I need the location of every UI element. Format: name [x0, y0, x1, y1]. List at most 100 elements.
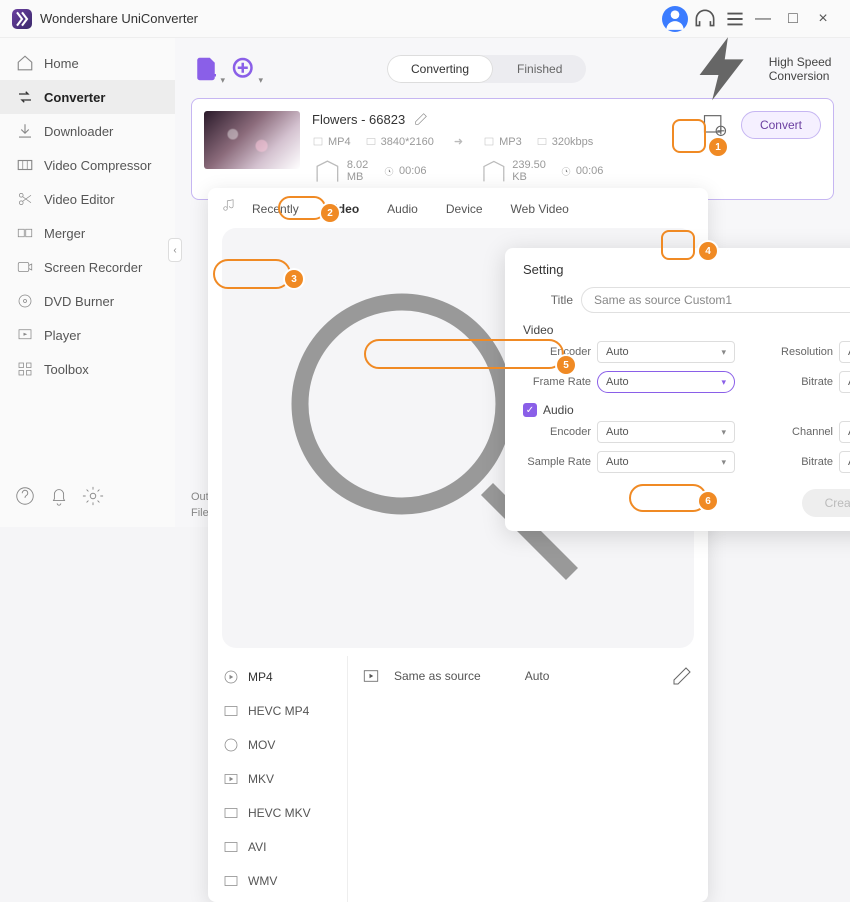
sidebar-item-label: Home [44, 56, 79, 71]
edit-preset-button[interactable] [670, 664, 694, 688]
maximize-button[interactable]: □ [778, 6, 808, 32]
format-mp4[interactable]: MP4 [208, 660, 347, 694]
home-icon [16, 54, 34, 72]
format-list: MP4 HEVC MP4 MOV MKV HEVC MKV AVI WMV [208, 656, 348, 902]
format-hevc-mp4[interactable]: HEVC MP4 [208, 694, 347, 728]
sidebar-item-label: DVD Burner [44, 294, 114, 309]
sidebar-item-label: Downloader [44, 124, 113, 139]
tab-audio[interactable]: Audio [375, 198, 430, 220]
audio-checkbox[interactable]: ✓ [523, 403, 537, 417]
sidebar-item-merger[interactable]: Merger [0, 216, 175, 250]
content-area: ‹ ▾ ▾ Converting Finished High Speed Con… [175, 38, 850, 527]
music-icon [222, 198, 236, 212]
sidebar-item-label: Video Editor [44, 192, 115, 207]
tab-recently[interactable]: Recently [240, 198, 311, 220]
format-hevc-mkv[interactable]: HEVC MKV [208, 796, 347, 830]
setting-heading: Setting [523, 262, 850, 277]
output-settings-button[interactable] [701, 111, 729, 139]
sidebar-item-converter[interactable]: Converter [0, 80, 175, 114]
menu-icon[interactable] [722, 6, 748, 32]
app-title: Wondershare UniConverter [40, 11, 198, 26]
download-icon [16, 122, 34, 140]
compress-icon [16, 156, 34, 174]
thumbnail[interactable] [204, 111, 300, 169]
frame-rate-select[interactable]: Auto▾ [597, 371, 735, 393]
arrow-icon: ➜ [454, 135, 463, 148]
audio-encoder-select[interactable]: Auto▾ [597, 421, 735, 443]
sidebar-item-editor[interactable]: Video Editor [0, 182, 175, 216]
status-tabs: Converting Finished [387, 55, 586, 83]
grid-icon [16, 360, 34, 378]
sidebar-item-label: Converter [44, 90, 105, 105]
minimize-button[interactable]: — [748, 6, 778, 32]
toolbar: ▾ ▾ Converting Finished High Speed Conve… [191, 50, 834, 88]
convert-button[interactable]: Convert [741, 111, 821, 139]
avi-icon [222, 838, 240, 856]
disc-icon [16, 292, 34, 310]
add-url-button[interactable]: ▾ [229, 54, 259, 84]
hevc-icon [222, 702, 240, 720]
sidebar-item-toolbox[interactable]: Toolbox [0, 352, 175, 386]
highspeed-label: High Speed Conversion [769, 55, 834, 83]
title-input[interactable] [581, 287, 850, 313]
highspeed-toggle[interactable]: High Speed Conversion [687, 31, 834, 107]
audio-bitrate-select[interactable]: Auto▾ [839, 451, 850, 473]
media-item-card: Flowers - 66823 MP4 3840*2160 ➜ MP3 320k… [191, 98, 834, 200]
sidebar-item-player[interactable]: Player [0, 318, 175, 352]
preset-res: Auto [525, 669, 550, 683]
mov-icon [222, 736, 240, 754]
channel-select[interactable]: Auto▾ [839, 421, 850, 443]
tab-finished[interactable]: Finished [493, 55, 586, 83]
settings-icon[interactable] [82, 485, 104, 507]
audio-section-label: Audio [543, 403, 574, 417]
help-icon[interactable] [14, 485, 36, 507]
video-encoder-select[interactable]: Auto▾ [597, 341, 735, 363]
wmv-icon [222, 872, 240, 890]
sidebar-item-home[interactable]: Home [0, 46, 175, 80]
sample-rate-select[interactable]: Auto▾ [597, 451, 735, 473]
sidebar-item-label: Toolbox [44, 362, 89, 377]
hevc-mkv-icon [222, 804, 240, 822]
sidebar-item-label: Merger [44, 226, 85, 241]
tab-webvideo[interactable]: Web Video [499, 198, 581, 220]
sidebar-item-label: Player [44, 328, 81, 343]
bell-icon[interactable] [48, 485, 70, 507]
sidebar-item-label: Video Compressor [44, 158, 151, 173]
tab-converting[interactable]: Converting [387, 55, 493, 83]
format-mov[interactable]: MOV [208, 728, 347, 762]
merge-icon [16, 224, 34, 242]
video-section-label: Video [523, 323, 850, 337]
sidebar-item-recorder[interactable]: Screen Recorder [0, 250, 175, 284]
format-wmv[interactable]: WMV [208, 864, 347, 898]
close-button[interactable]: × [808, 6, 838, 32]
app-logo [12, 9, 32, 29]
headset-icon[interactable] [692, 6, 718, 32]
sidebar: Home Converter Downloader Video Compress… [0, 38, 175, 527]
scissors-icon [16, 190, 34, 208]
title-label: Title [523, 293, 573, 307]
preset-play-icon [362, 667, 380, 685]
collapse-handle[interactable]: ‹ [168, 238, 182, 262]
create-button[interactable]: Create [802, 489, 850, 517]
mp4-icon [222, 668, 240, 686]
mkv-icon [222, 770, 240, 788]
sidebar-item-downloader[interactable]: Downloader [0, 114, 175, 148]
resolution-select[interactable]: Auto▾ [839, 341, 850, 363]
play-icon [16, 326, 34, 344]
edit-title-icon[interactable] [413, 111, 429, 127]
item-title: Flowers - 66823 [312, 112, 405, 127]
setting-popup: Setting × Title Video EncoderAuto▾ Resol… [505, 248, 850, 531]
preset-row[interactable]: Same as source Auto [348, 656, 708, 696]
preset-name: Same as source [394, 669, 481, 683]
format-avi[interactable]: AVI [208, 830, 347, 864]
converter-icon [16, 88, 34, 106]
tab-device[interactable]: Device [434, 198, 495, 220]
sidebar-item-label: Screen Recorder [44, 260, 142, 275]
video-bitrate-select[interactable]: Auto▾ [839, 371, 850, 393]
record-icon [16, 258, 34, 276]
sidebar-item-compressor[interactable]: Video Compressor [0, 148, 175, 182]
user-icon[interactable] [662, 6, 688, 32]
format-mkv[interactable]: MKV [208, 762, 347, 796]
add-file-button[interactable]: ▾ [191, 54, 221, 84]
sidebar-item-dvd[interactable]: DVD Burner [0, 284, 175, 318]
